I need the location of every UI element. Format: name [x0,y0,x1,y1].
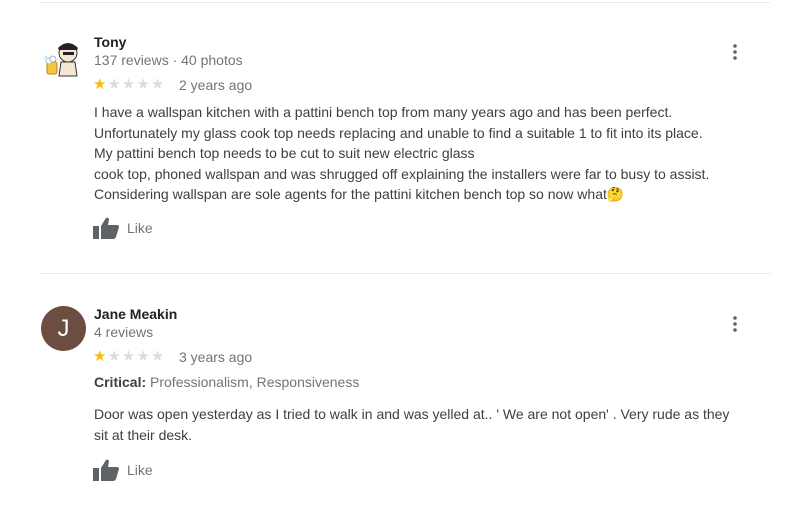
thumbs-up-icon [93,459,119,481]
review-date: 3 years ago [179,349,253,365]
avatar[interactable]: J [41,306,86,351]
star-rating: ★ ★ ★ ★ ★ [93,349,164,364]
review-text: Door was open yesterday as I tried to wa… [94,406,730,443]
star-empty-icon: ★ [121,348,136,365]
star-filled-icon: ★ [93,348,107,365]
review-text: I have a wallspan kitchen with a pattini… [94,104,710,202]
avatar-letter: J [57,314,70,342]
more-vert-icon [733,44,737,60]
thumbs-up-icon [93,217,119,239]
star-empty-icon: ★ [121,76,136,93]
review-date: 2 years ago [179,77,253,93]
like-button[interactable]: Like [93,217,153,239]
like-label: Like [127,462,153,478]
like-label: Like [127,220,153,236]
reviewer-meta[interactable]: 4 reviews [94,324,153,340]
more-options-button[interactable] [726,312,744,336]
reviewer-meta[interactable]: 137 reviews · 40 photos [94,52,243,68]
star-empty-icon: ★ [136,348,150,365]
review-divider [40,273,770,274]
star-empty-icon: ★ [107,76,121,93]
top-divider [40,2,770,3]
avatar[interactable] [41,36,86,81]
critical-tags: Critical: Professionalism, Responsivenes… [94,374,359,390]
like-button[interactable]: Like [93,459,153,481]
star-empty-icon: ★ [150,76,165,93]
more-vert-icon [733,316,737,332]
star-empty-icon: ★ [136,76,150,93]
critical-label: Critical: [94,374,147,390]
critical-value: Professionalism, Responsiveness [150,374,360,390]
author-name[interactable]: Tony [94,34,126,50]
star-empty-icon: ★ [107,348,121,365]
more-options-button[interactable] [726,40,744,64]
star-empty-icon: ★ [150,348,165,365]
star-rating: ★ ★ ★ ★ ★ [93,77,164,92]
avatar-cartoon-icon [41,36,86,81]
star-filled-icon: ★ [93,76,107,93]
author-name[interactable]: Jane Meakin [94,306,177,322]
reviews-page: Tony 137 reviews · 40 photos ★ ★ ★ ★ ★ 2… [0,0,787,505]
